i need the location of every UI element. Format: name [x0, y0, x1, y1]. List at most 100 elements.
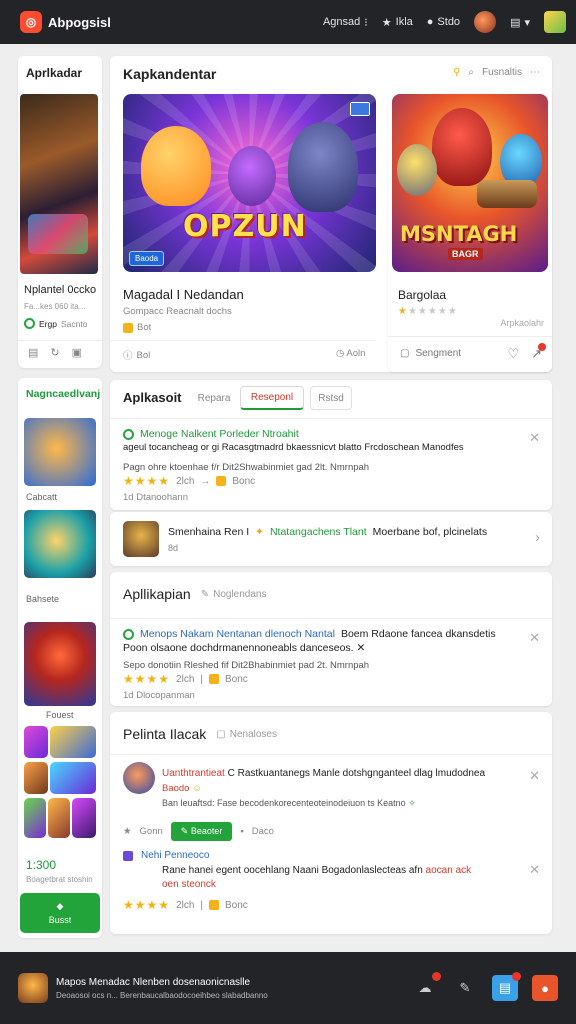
post-author[interactable]: Uanthtrantieat — [162, 768, 225, 779]
nav-item-featured[interactable]: ★ Ikla — [382, 16, 413, 29]
character-cannon — [477, 180, 537, 208]
rating-value: 2lch — [176, 899, 195, 911]
game-thumbnail[interactable] — [20, 94, 98, 274]
tag-label: Bonc — [232, 475, 256, 487]
chevron-right-icon[interactable]: › — [535, 529, 540, 546]
feed-body-text: Poon olsaone dochdrmanennoneabls dancese… — [123, 642, 354, 654]
tag-icon — [209, 900, 219, 910]
second-post-line-1: Rane hanei egent oocehlang Naani Bogadon… — [162, 865, 471, 876]
nav-item-chat[interactable]: ● Stdo — [427, 16, 460, 28]
section-sub: ✎ Noglendans — [201, 589, 267, 600]
game-title[interactable]: Magadal I Nedandan — [123, 287, 244, 302]
rating-value: Bot — [137, 322, 152, 333]
game-thumbnail[interactable] — [48, 798, 70, 838]
tools-icon[interactable]: ✎ — [452, 975, 478, 1001]
game-thumbnail[interactable] — [24, 622, 96, 706]
feed-title[interactable]: Menoge Nalkent Porleder Ntroahit — [140, 428, 299, 440]
spark-icon: ✧ — [408, 798, 416, 808]
app-logo-icon[interactable]: ◎ — [20, 11, 42, 33]
tag-icon — [216, 476, 227, 486]
refresh-icon[interactable]: ↻ — [50, 346, 59, 359]
list-icon[interactable]: ▤ — [28, 346, 38, 359]
hero-link[interactable]: Fusnaltis — [482, 67, 522, 78]
game-foot-right[interactable]: ◷ Aoln — [336, 348, 365, 359]
search-icon[interactable]: ⌕ — [468, 67, 474, 78]
smile-icon: ☺ — [192, 783, 202, 794]
game-banner-2[interactable]: MSNTAGH BAGR — [392, 94, 548, 272]
close-icon[interactable]: ✕ — [529, 430, 540, 446]
close-icon[interactable]: ✕ — [529, 768, 540, 784]
tag: Ergp — [39, 318, 57, 329]
post-meta: Ban leuaftsd: Fase becodenkorecenteotein… — [162, 798, 406, 808]
profile-avatar[interactable] — [544, 11, 566, 33]
row-highlight: Ntatangachens Tlant — [269, 526, 367, 538]
chat-icon[interactable]: ● — [532, 975, 558, 1001]
share-icon[interactable]: ↗ — [531, 343, 546, 362]
second-post-title[interactable]: Nehi Penneoco — [141, 850, 209, 861]
game-foot[interactable]: ▢ Sengment — [400, 348, 461, 359]
action-label[interactable]: Gonn — [140, 826, 163, 837]
divider — [388, 336, 552, 337]
tag-icon: ▪ — [240, 826, 244, 837]
thumb-caption: Cabcatt — [26, 492, 58, 502]
boost-icon: ◆ — [56, 901, 64, 911]
doc-icon: ▢ — [216, 728, 226, 740]
game-logo: MSNTAGH — [400, 222, 518, 246]
spark-icon: ✦ — [255, 526, 264, 538]
star-icon: ★ — [123, 826, 132, 837]
feed-rating: ★★★★ 2lch → Bonc — [123, 474, 255, 488]
character-imp — [228, 146, 276, 206]
game-thumbnail[interactable] — [24, 762, 48, 794]
row-sub: 8d — [168, 543, 179, 553]
user-avatar[interactable] — [474, 11, 497, 33]
tab-status[interactable]: Rstsd — [310, 386, 352, 410]
device-menu[interactable]: ▤ ▾ — [510, 16, 530, 29]
feed-meta: Sepo donotiin Rleshed fif Dit2Bhabinmiet… — [123, 660, 370, 671]
info-icon[interactable]: ⓘ — [123, 348, 133, 362]
boost-button[interactable]: ◆ Busst — [20, 893, 100, 933]
check-icon — [123, 428, 134, 440]
chat-icon: ● — [426, 16, 434, 28]
hero-title: Kapkandentar — [123, 66, 217, 82]
image-icon[interactable]: ▣ — [72, 346, 82, 359]
chart-icon[interactable]: ▤ — [492, 972, 521, 1001]
stars-icon: ★★★★ — [123, 898, 171, 912]
bottom-player-bar: Mapos Menadac Nlenben dosenaonicnaslle D… — [0, 952, 576, 1024]
game-sub: Gompacc Reacnalt dochs — [123, 306, 232, 317]
tag-label: Bonc — [225, 673, 248, 685]
divider-bar: | — [200, 673, 203, 685]
more-icon[interactable]: ⋯ — [530, 67, 540, 78]
section-title: Pelinta Ilacak ▢ Nenaloses — [123, 726, 277, 742]
primary-action-button[interactable]: ✎ Beaoter — [170, 822, 233, 841]
filter-icon[interactable]: ⚲ — [453, 67, 460, 78]
close-icon[interactable]: ✕ — [529, 862, 540, 878]
tab-response[interactable]: Reseponl — [240, 386, 304, 410]
feed-title[interactable]: Menops Nakam Nentanan dlenoch Nantal — [140, 628, 335, 640]
author-avatar[interactable] — [123, 762, 155, 794]
action-label[interactable]: Daco — [252, 826, 274, 837]
game-thumbnail[interactable] — [50, 762, 96, 794]
tab-report[interactable]: Repara — [194, 386, 234, 410]
heart-icon[interactable]: ♡ — [507, 346, 519, 362]
now-playing-thumbnail[interactable] — [18, 973, 48, 1003]
game-thumbnail[interactable] — [50, 726, 96, 758]
section-sub-text: Noglendans — [213, 588, 267, 600]
game-banner-1[interactable]: OPZUN Baoda — [123, 94, 376, 272]
list-row-card[interactable]: Smenhaina Ren I ✦ Ntatangachens Tlant Mo… — [110, 512, 552, 566]
game-sub: Fa...kes 060 ita... — [24, 302, 86, 311]
game-thumbnail[interactable] — [72, 798, 96, 838]
character-cat — [141, 126, 211, 206]
game-thumbnail[interactable] — [24, 726, 48, 758]
game-title[interactable]: Bargolaa — [398, 288, 446, 302]
pin-icon: ✎ — [200, 588, 210, 600]
game-thumbnail[interactable] — [24, 510, 96, 578]
game-thumbnail[interactable] — [24, 798, 46, 838]
cloud-icon[interactable]: ☁ — [412, 972, 441, 1001]
nav-item-apps[interactable]: Agnsad ⁝ — [323, 16, 368, 29]
game-thumbnail[interactable] — [24, 418, 96, 486]
tag: Sacnto — [60, 318, 88, 329]
row-rest: Moerbane bof, plcinelats — [372, 526, 488, 538]
stars-icon: ★★★★ — [123, 672, 171, 686]
close-icon[interactable]: ✕ — [529, 630, 540, 646]
rating-icon — [123, 322, 133, 333]
